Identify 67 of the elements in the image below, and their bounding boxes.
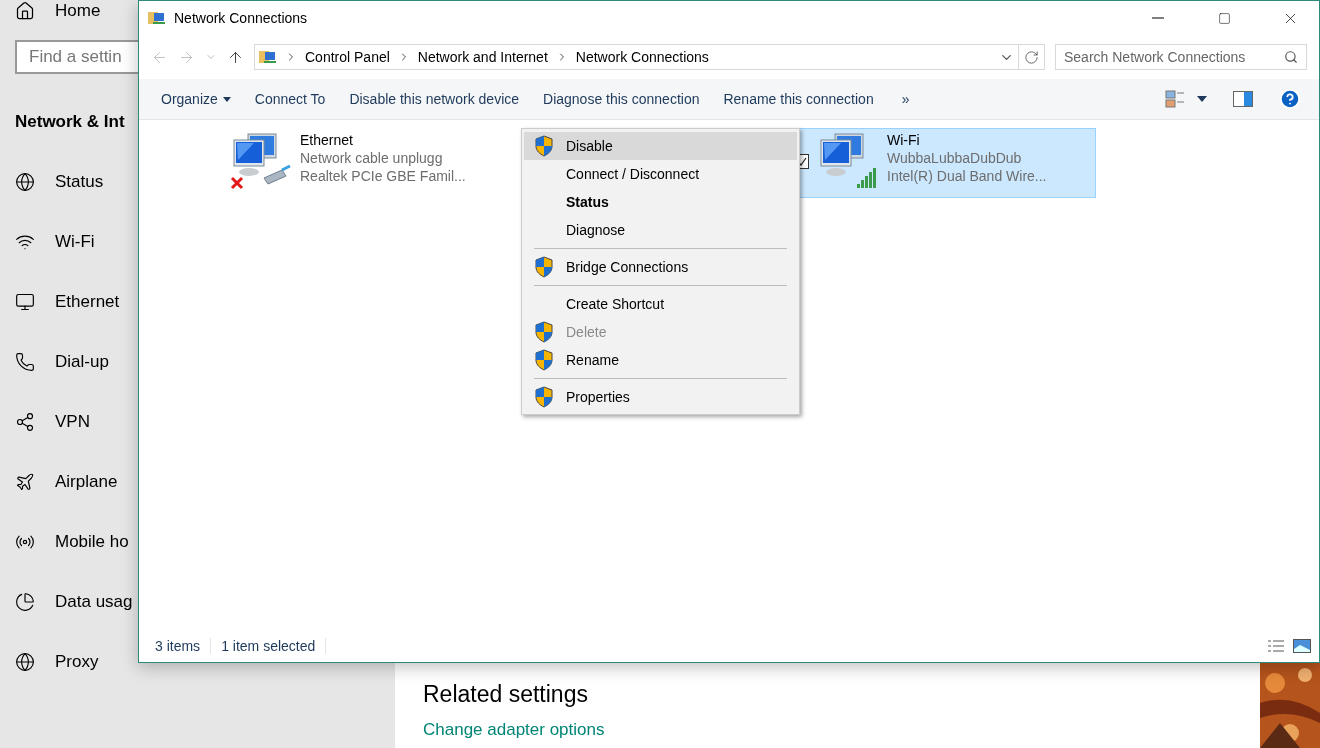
nav-item[interactable]: Status <box>55 172 104 192</box>
caret-icon <box>222 96 231 102</box>
nav-item[interactable]: Dial-up <box>55 352 109 372</box>
toolbar-button[interactable]: Disable this network device <box>337 91 532 107</box>
toolbar-button[interactable]: Diagnose this connection <box>531 91 712 107</box>
menu-item[interactable]: Properties <box>524 383 797 411</box>
section-title: Related settings <box>423 681 588 708</box>
nav-item[interactable]: VPN <box>55 412 90 432</box>
section-title: Network & Int <box>15 112 126 132</box>
nav-item[interactable]: Ethernet <box>55 292 120 312</box>
adapter-name: Realtek PCIe GBE Famil... <box>300 168 466 184</box>
network-folder-icon <box>148 10 166 26</box>
toolbar-button[interactable]: Rename this connection <box>711 91 886 107</box>
breadcrumb-item[interactable]: Control Panel <box>305 49 390 65</box>
airplane-icon[interactable] <box>15 472 35 492</box>
toolbar-button[interactable]: Connect To <box>242 91 338 107</box>
status-text: 3 items <box>145 638 212 654</box>
breadcrumb-item[interactable]: Network Connections <box>575 49 709 65</box>
nav-item[interactable]: Proxy <box>55 652 99 672</box>
adapter-name: Intel(R) Dual Band Wire... <box>887 168 1047 184</box>
refresh-button[interactable] <box>1019 44 1045 70</box>
connection-item[interactable]: Ethernet Network cable unplugg Realtek PCIe GBE Famil... <box>219 128 519 198</box>
nav-item[interactable]: Mobile ho <box>55 532 129 552</box>
menu-item[interactable]: Bridge Connections <box>524 253 797 281</box>
nav-item[interactable]: Wi-Fi <box>55 232 95 252</box>
view-options-icon[interactable] <box>1165 90 1185 108</box>
address-bar[interactable]: Control Panel Network and Internet Network Connections <box>254 44 1019 70</box>
wired-network-icon <box>230 132 292 192</box>
nav-item[interactable]: Airplane <box>55 472 118 492</box>
globe-icon[interactable] <box>15 172 35 192</box>
shield-icon <box>534 349 554 371</box>
toolbar-button[interactable]: Organize <box>149 91 243 107</box>
connection-name: Ethernet <box>300 132 354 148</box>
window-title: Network Connections <box>174 10 309 26</box>
pie-chart-icon[interactable] <box>15 592 35 612</box>
phone-icon[interactable] <box>15 352 35 372</box>
menu-item[interactable]: Disable <box>524 132 797 160</box>
connection-name: Wi-Fi <box>887 132 921 148</box>
maximize-icon <box>1217 11 1231 25</box>
menu-item[interactable]: Diagnose <box>524 216 797 244</box>
breadcrumb-item[interactable]: Network and Internet <box>417 49 548 65</box>
connection-status: WubbaLubbaDubDub <box>887 150 1023 166</box>
home-icon[interactable] <box>15 1 35 21</box>
large-icons-view-icon[interactable] <box>1293 639 1311 653</box>
dropdown-icon[interactable] <box>1197 96 1207 102</box>
adapter-options-link[interactable]: Change adapter options <box>423 720 605 740</box>
home-link[interactable]: Home <box>55 1 101 21</box>
status-text: 1 item selected <box>211 638 327 654</box>
nav-item[interactable]: Data usag <box>55 592 133 612</box>
refresh-icon <box>1024 49 1039 65</box>
network-folder-icon <box>259 49 277 65</box>
preview-pane-icon[interactable] <box>1233 91 1253 107</box>
shield-icon <box>534 321 554 343</box>
help-icon[interactable] <box>1279 88 1301 110</box>
menu-item[interactable]: Create Shortcut <box>524 290 797 318</box>
toolbar-button[interactable]: » <box>889 91 922 107</box>
nodes-icon[interactable] <box>15 412 35 432</box>
menu-item[interactable]: Rename <box>524 346 797 374</box>
minimize-icon <box>1152 17 1164 19</box>
connection-status: Network cable unplugg <box>300 150 444 166</box>
shield-icon <box>534 256 554 278</box>
globe-icon[interactable] <box>15 652 35 672</box>
search-field[interactable]: Find a settin <box>15 40 138 74</box>
shield-icon <box>534 135 554 157</box>
monitor-icon[interactable] <box>15 292 35 312</box>
search-icon[interactable] <box>1284 50 1298 64</box>
shield-icon <box>534 386 554 408</box>
